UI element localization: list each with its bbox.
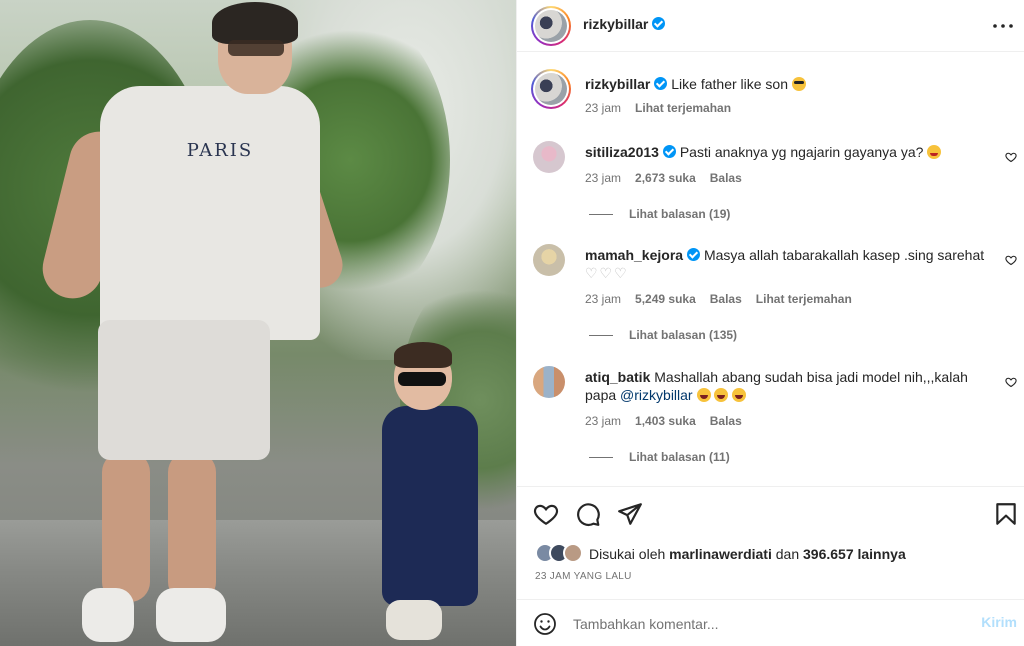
sunglasses-emoji-icon [791,77,806,91]
comment-text: sitiliza2013 Pasti anaknya yg ngajarin g… [585,143,995,161]
reply-button[interactable]: Balas [710,292,742,306]
comment-time: 23 jam [585,171,622,185]
liked-by-prefix: Disukai oleh [589,546,666,562]
commenter-avatar[interactable] [533,141,565,173]
view-replies-label[interactable]: Lihat balasan (135) [629,328,737,342]
liker-avatars[interactable] [535,543,589,565]
comment-meta: 23 jam 2,673 suka Balas [585,171,742,185]
comment-text: mamah_kejora Masya allah tabarakallah ka… [585,246,995,282]
liker-avatar [563,543,583,563]
view-replies-button[interactable]: Lihat balasan (19) [589,207,730,221]
post-header: rizkybillar [517,0,1024,52]
verified-badge-icon [654,77,668,90]
photo-son-jumpsuit [382,406,478,606]
laughing-emoji-icon [696,388,711,402]
photo-father-shorts [98,320,270,460]
photo-son-shoes [386,600,442,640]
reply-button[interactable]: Balas [710,171,742,185]
post-photo[interactable]: PARIS [0,0,516,646]
caption-translate-link[interactable]: Lihat terjemahan [635,101,731,115]
commenter-username[interactable]: sitiliza2013 [585,144,659,160]
replies-divider [589,334,613,336]
photo-father-sunglasses [228,40,284,56]
caption-meta: 23 jam Lihat terjemahan [585,101,731,115]
photo-father-shoe [82,588,134,642]
emoji-smile-icon[interactable] [533,612,557,636]
photo-father-shirt [100,86,320,340]
caption-time: 23 jam [585,101,622,115]
caption-avatar[interactable] [531,69,571,109]
like-comment-heart-icon[interactable] [1005,254,1017,266]
comment-likes-count[interactable]: 2,673 suka [635,171,696,185]
caption-username[interactable]: rizkybillar [585,76,650,92]
comment-meta: 23 jam 1,403 suka Balas [585,414,742,428]
photo-father-shoe [156,588,226,642]
grinning-emoji-icon [927,145,942,159]
like-comment-heart-icon[interactable] [1005,376,1017,388]
view-replies-button[interactable]: Lihat balasan (11) [589,450,730,464]
mention-link[interactable]: @rizkybillar [620,387,693,403]
post-comment-button[interactable]: Kirim [981,614,1017,630]
comments-list[interactable]: rizkybillar Like father like son 23 jam … [517,53,1024,485]
view-replies-button[interactable]: Lihat balasan (135) [589,328,737,342]
laughing-emoji-icon [732,388,747,402]
instagram-post: PARIS rizkybillar rizkybillar Like fathe… [0,0,1024,646]
reply-button[interactable]: Balas [710,414,742,428]
photo-son-hair [394,342,452,368]
save-bookmark-icon[interactable] [993,501,1019,527]
commenter-avatar[interactable] [533,244,565,276]
photo-shirt-print: PARIS [186,140,254,161]
liked-by-username[interactable]: marlinawerdiati [669,546,772,562]
commenter-username[interactable]: mamah_kejora [585,247,683,263]
white-hearts-emoji: ♡♡♡ [585,265,629,281]
share-paper-plane-icon[interactable] [617,501,643,527]
photo-son-sunglasses [398,372,446,386]
comment-content: Pasti anaknya yg ngajarin gayanya ya? [679,144,924,160]
commenter-avatar[interactable] [533,366,565,398]
photo-father-leg [168,452,216,602]
author-avatar[interactable] [531,6,571,46]
verified-badge-icon [652,17,666,30]
add-comment-bar: Kirim [517,599,1024,646]
post-actions: Disukai oleh marlinawerdiati dan 396.657… [517,486,1024,646]
caption-text: rizkybillar Like father like son [585,75,995,93]
like-heart-icon[interactable] [533,501,559,527]
like-comment-heart-icon[interactable] [1005,151,1017,163]
comment-bubble-icon[interactable] [575,501,601,527]
comment-likes-count[interactable]: 1,403 suka [635,414,696,428]
liked-by-conjunction: dan [775,546,800,562]
comment-text: atiq_batik Mashallah abang sudah bisa ja… [585,368,995,404]
comment-likes-count[interactable]: 5,249 suka [635,292,696,306]
verified-badge-icon [687,248,701,261]
comment-time: 23 jam [585,292,622,306]
more-horizontal-icon[interactable] [991,14,1015,38]
view-replies-label[interactable]: Lihat balasan (11) [629,450,730,464]
comment-content: Masya allah tabarakallah kasep .sing sar… [703,247,985,263]
author-username[interactable]: rizkybillar [583,16,666,32]
photo-father-leg [102,452,150,602]
add-comment-input[interactable] [573,612,953,636]
laughing-emoji-icon [714,388,729,402]
caption-content: Like father like son [671,76,788,92]
post-side-panel: rizkybillar rizkybillar Like father like… [516,0,1024,646]
likes-count-link[interactable]: 396.657 lainnya [803,546,906,562]
commenter-username[interactable]: atiq_batik [585,369,650,385]
comment-meta: 23 jam 5,249 suka Balas Lihat terjemahan [585,292,852,306]
replies-divider [589,213,613,215]
post-timestamp[interactable]: 23 JAM YANG LALU [535,571,632,582]
view-replies-label[interactable]: Lihat balasan (19) [629,207,730,221]
comment-translate-link[interactable]: Lihat terjemahan [756,292,852,306]
verified-badge-icon [662,145,676,158]
photo-father-hair [212,2,298,44]
likes-summary: Disukai oleh marlinawerdiati dan 396.657… [535,543,906,565]
replies-divider [589,456,613,458]
comment-time: 23 jam [585,414,622,428]
